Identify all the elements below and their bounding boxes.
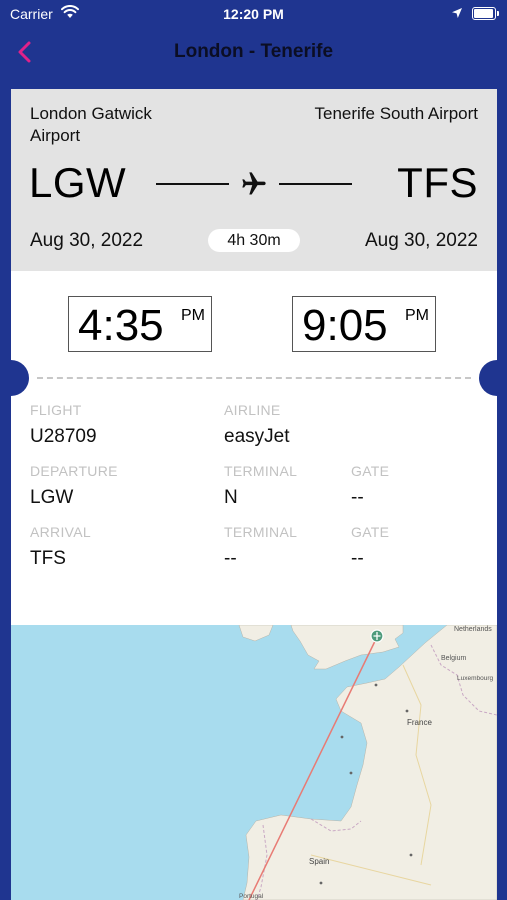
map-label-netherlands: Netherlands bbox=[454, 626, 492, 633]
departure-time: 4:35 bbox=[78, 301, 164, 350]
arrival-value: TFS bbox=[30, 548, 66, 569]
location-arrow-icon bbox=[452, 8, 462, 18]
arrival-gate-value: -- bbox=[351, 548, 364, 569]
flight-label: FLIGHT bbox=[30, 402, 82, 418]
map-label-belgium: Belgium bbox=[441, 655, 466, 662]
departure-gate-value: -- bbox=[351, 487, 364, 508]
plane-icon bbox=[242, 172, 266, 195]
departure-value: LGW bbox=[30, 487, 74, 508]
arrival-airport-name: Tenerife South Airport bbox=[314, 104, 478, 123]
map-label-portugal: Portugal bbox=[239, 893, 264, 900]
ticket-notch-right bbox=[479, 360, 497, 396]
flight-number: U28709 bbox=[30, 426, 97, 447]
arrival-terminal-value: -- bbox=[224, 548, 237, 569]
departure-time-box: 4:35 PM bbox=[68, 296, 212, 352]
map-label-luxembourg: Luxembourg bbox=[457, 675, 494, 682]
arrival-gate-label: GATE bbox=[351, 524, 390, 540]
battery-icon bbox=[472, 7, 499, 20]
status-bar: Carrier 12:20 PM bbox=[0, 0, 507, 28]
map-canvas: Netherlands Belgium Luxembourg France Sp… bbox=[11, 625, 497, 900]
ticket-tear-line bbox=[37, 377, 471, 379]
arrival-label: ARRIVAL bbox=[30, 524, 91, 540]
airline-label: AIRLINE bbox=[224, 402, 281, 418]
departure-gate-label: GATE bbox=[351, 463, 390, 479]
ticket-notch-left bbox=[11, 360, 29, 396]
departure-label: DEPARTURE bbox=[30, 463, 118, 479]
arrival-terminal-label: TERMINAL bbox=[224, 524, 298, 540]
departure-terminal-value: N bbox=[224, 487, 238, 508]
departure-code: LGW bbox=[29, 159, 127, 206]
departure-terminal-label: TERMINAL bbox=[224, 463, 298, 479]
departure-ampm: PM bbox=[181, 307, 205, 324]
airline-value: easyJet bbox=[224, 426, 290, 447]
flight-card: London Gatwick Airport Tenerife South Ai… bbox=[11, 89, 497, 900]
clock: 12:20 PM bbox=[223, 6, 284, 22]
map-label-france: France bbox=[407, 718, 432, 727]
arrival-date: Aug 30, 2022 bbox=[364, 230, 478, 251]
arrival-code: TFS bbox=[397, 159, 478, 206]
departure-date: Aug 30, 2022 bbox=[30, 230, 144, 251]
arrival-ampm: PM bbox=[405, 307, 429, 324]
departure-airport-name: London Gatwick Airport bbox=[30, 104, 152, 145]
arrival-time-box: 9:05 PM bbox=[292, 296, 436, 352]
route-line-left bbox=[156, 183, 229, 185]
route-header: London Gatwick Airport Tenerife South Ai… bbox=[11, 89, 497, 271]
map-label-spain: Spain bbox=[309, 857, 329, 866]
arrival-time: 9:05 bbox=[302, 301, 388, 350]
route-map[interactable]: Netherlands Belgium Luxembourg France Sp… bbox=[11, 625, 497, 900]
battery-level bbox=[474, 9, 493, 18]
navigation-bar: London - Tenerife bbox=[0, 28, 507, 76]
page-title: London - Tenerife bbox=[173, 41, 334, 62]
route-line-right bbox=[279, 183, 352, 185]
duration-badge: 4h 30m bbox=[208, 229, 300, 252]
